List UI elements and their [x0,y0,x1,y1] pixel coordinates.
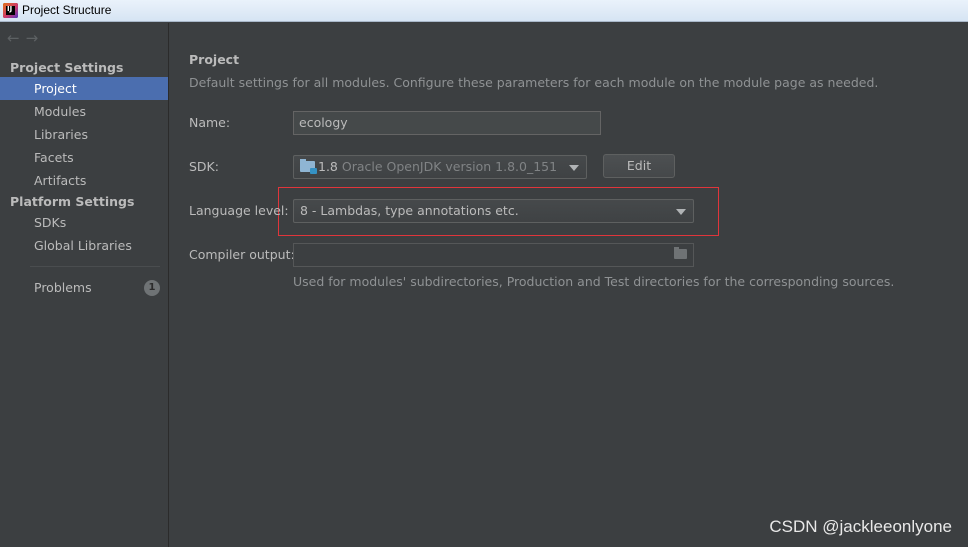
page-description: Default settings for all modules. Config… [189,75,879,90]
project-name-input[interactable]: ecology [293,111,601,135]
page-title: Project [189,52,240,67]
sidebar-item-global-libraries[interactable]: Global Libraries [0,234,168,257]
language-level-dropdown[interactable]: 8 - Lambdas, type annotations etc. [293,199,694,223]
edit-sdk-button[interactable]: Edit [603,154,675,178]
sdk-version: 1.8 [318,159,338,174]
forward-arrow-icon[interactable]: → [26,29,45,47]
watermark: CSDN @jackleeonlyone [769,517,952,536]
chevron-down-icon [676,209,686,215]
problems-label: Problems [34,280,92,295]
sdk-dropdown[interactable]: 1.8 Oracle OpenJDK version 1.8.0_151 [293,155,587,179]
name-label: Name: [189,115,231,130]
sidebar-item-modules[interactable]: Modules [0,100,168,123]
intellij-idea-icon: IJ [3,3,18,18]
section-heading-project-settings: Project Settings [10,60,124,75]
compiler-output-input[interactable] [293,243,694,267]
window-title: Project Structure [22,3,112,17]
sdk-name: Oracle OpenJDK version 1.8.0_151 [341,159,558,174]
sidebar-item-problems[interactable]: Problems 1 [0,276,168,299]
sidebar-item-project[interactable]: Project [0,77,168,100]
folder-browse-icon[interactable] [674,247,687,259]
nav-arrows: ←→ [7,29,44,47]
main-panel: Project Default settings for all modules… [170,23,968,547]
language-level-value: 8 - Lambdas, type annotations etc. [300,203,519,218]
section-heading-platform-settings: Platform Settings [10,194,135,209]
sidebar-item-artifacts[interactable]: Artifacts [0,169,168,192]
edit-button-label: Edit [626,158,652,173]
jdk-folder-icon [300,159,317,174]
compiler-output-hint: Used for modules' subdirectories, Produc… [293,274,895,289]
problems-count-badge: 1 [144,280,160,296]
sdk-label: SDK: [189,159,219,174]
chevron-down-icon [569,165,579,171]
back-arrow-icon[interactable]: ← [7,29,26,47]
sidebar-item-libraries[interactable]: Libraries [0,123,168,146]
compiler-output-label: Compiler output: [189,247,295,262]
sidebar-item-sdks[interactable]: SDKs [0,211,168,234]
title-bar: IJ Project Structure [0,0,968,22]
sidebar-divider [30,266,160,267]
sidebar: ←→ Project Settings Project Modules Libr… [0,23,169,547]
sidebar-item-facets[interactable]: Facets [0,146,168,169]
language-level-label: Language level: [189,203,289,218]
